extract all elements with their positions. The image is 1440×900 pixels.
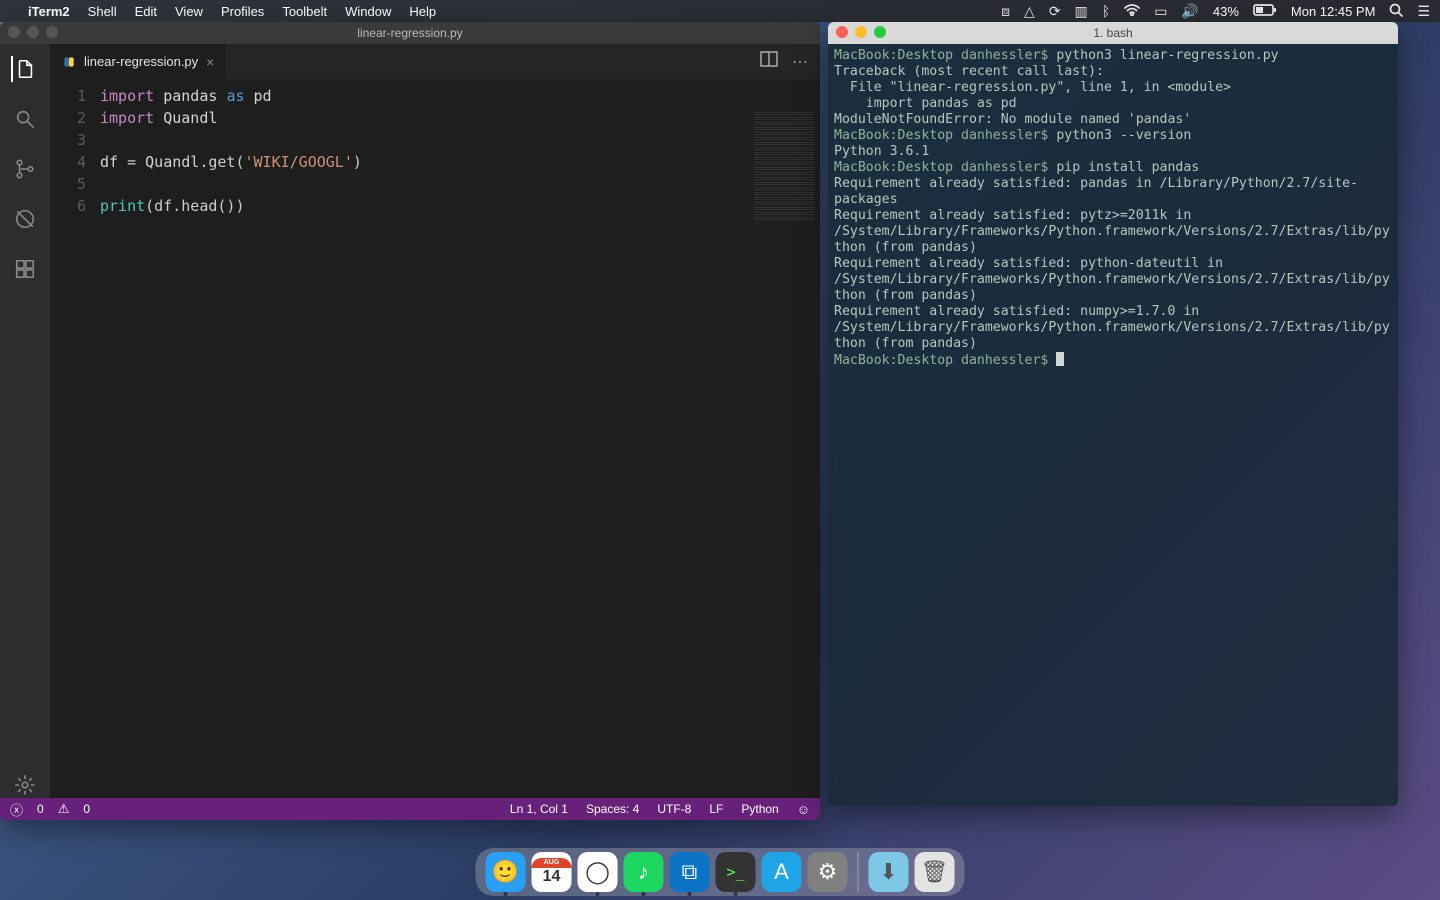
notifications-icon[interactable]: ☰ <box>1417 3 1430 20</box>
minimize-icon[interactable] <box>27 26 39 38</box>
status-feedback-icon[interactable]: ☺ <box>797 802 810 817</box>
dock-app-calendar[interactable]: AUG14 <box>532 852 572 892</box>
status-error-count[interactable]: 0 <box>37 802 44 816</box>
bluetooth-icon[interactable]: ᛒ <box>1102 3 1110 19</box>
more-actions-icon[interactable]: ⋯ <box>792 52 808 72</box>
activity-bar <box>0 44 50 798</box>
status-encoding[interactable]: UTF-8 <box>657 802 691 816</box>
minimize-icon[interactable] <box>855 26 867 38</box>
zoom-icon[interactable] <box>874 26 886 38</box>
dock-trash[interactable]: 🗑 <box>915 852 955 892</box>
extensions-icon[interactable] <box>12 256 38 282</box>
dock-downloads[interactable]: ⬇ <box>869 852 909 892</box>
close-icon[interactable] <box>8 26 20 38</box>
battery-icon[interactable] <box>1253 3 1277 19</box>
menu-edit[interactable]: Edit <box>135 4 157 19</box>
git-icon[interactable] <box>12 156 38 182</box>
status-indent[interactable]: Spaces: 4 <box>586 802 639 816</box>
status-error-icon[interactable]: ⓧ <box>10 800 23 819</box>
dock-app-chrome[interactable]: ◯ <box>578 852 618 892</box>
line-number-gutter: 123456 <box>50 79 100 798</box>
airplay-icon[interactable]: ▭ <box>1154 3 1167 20</box>
status-language[interactable]: Python <box>741 802 778 816</box>
dock-app-sysprefs[interactable]: ⚙ <box>808 852 848 892</box>
dock-app-finder[interactable]: 🙂 <box>486 852 526 892</box>
menubar-app-name[interactable]: iTerm2 <box>28 4 70 19</box>
terminal-titlebar[interactable]: 1. bash <box>828 22 1398 44</box>
split-editor-icon[interactable] <box>760 51 778 72</box>
editor-tabs: linear-regression.py × ⋯ <box>50 44 820 79</box>
status-cursor-pos[interactable]: Ln 1, Col 1 <box>510 802 568 816</box>
debug-icon[interactable] <box>12 206 38 232</box>
wifi-icon[interactable] <box>1124 3 1140 19</box>
dock-app-spotify[interactable]: ♪ <box>624 852 664 892</box>
sync-icon[interactable]: ⟳ <box>1049 3 1061 20</box>
dropbox-icon[interactable]: ⧈ <box>1001 3 1010 20</box>
menu-profiles[interactable]: Profiles <box>221 4 264 19</box>
explorer-icon[interactable] <box>11 56 37 82</box>
terminal-title: 1. bash <box>1093 26 1132 40</box>
menu-window[interactable]: Window <box>345 4 391 19</box>
status-warning-count[interactable]: 0 <box>83 802 90 816</box>
zoom-icon[interactable] <box>46 26 58 38</box>
menu-extra-icon[interactable]: ▥ <box>1075 3 1088 20</box>
python-file-icon <box>62 55 76 69</box>
menubar-clock[interactable]: Mon 12:45 PM <box>1291 4 1376 19</box>
spotlight-icon[interactable] <box>1389 3 1403 20</box>
dock-app-vscode[interactable]: ⧉ <box>670 852 710 892</box>
traffic-lights[interactable] <box>836 26 886 38</box>
terminal-body[interactable]: MacBook:Desktop danhessler$ python3 line… <box>828 44 1398 806</box>
status-warning-icon[interactable]: ⚠ <box>58 801 70 817</box>
vscode-window: linear-regression.py <box>0 22 820 820</box>
editor-area: linear-regression.py × ⋯ 123456 import p… <box>50 44 820 798</box>
vscode-titlebar[interactable]: linear-regression.py <box>0 22 820 44</box>
close-icon[interactable] <box>836 26 848 38</box>
volume-icon[interactable]: 🔊 <box>1181 3 1198 20</box>
menu-help[interactable]: Help <box>409 4 436 19</box>
tab-close-icon[interactable]: × <box>206 54 214 70</box>
tab-linear-regression[interactable]: linear-regression.py × <box>50 44 227 79</box>
dock: 🙂AUG14◯♪⧉>_A⚙ ⬇🗑 <box>476 848 965 896</box>
minimap[interactable] <box>754 110 814 220</box>
terminal-window: 1. bash MacBook:Desktop danhessler$ pyth… <box>828 22 1398 806</box>
code-lines[interactable]: import pandas as pdimport Quandl df = Qu… <box>100 79 362 798</box>
settings-gear-icon[interactable] <box>12 772 38 798</box>
battery-percent[interactable]: 43% <box>1213 4 1239 19</box>
menu-toolbelt[interactable]: Toolbelt <box>282 4 327 19</box>
menu-shell[interactable]: Shell <box>88 4 117 19</box>
vscode-title: linear-regression.py <box>357 26 462 40</box>
status-eol[interactable]: LF <box>709 802 723 816</box>
status-bar: ⓧ 0 ⚠ 0 Ln 1, Col 1 Spaces: 4 UTF-8 LF P… <box>0 798 820 820</box>
gdrive-icon[interactable]: △ <box>1024 3 1035 20</box>
macos-menubar: iTerm2 Shell Edit View Profiles Toolbelt… <box>0 0 1440 22</box>
menu-view[interactable]: View <box>175 4 203 19</box>
dock-app-appstore[interactable]: A <box>762 852 802 892</box>
dock-app-iterm[interactable]: >_ <box>716 852 756 892</box>
traffic-lights[interactable] <box>8 26 58 38</box>
tab-filename: linear-regression.py <box>84 54 198 69</box>
code-editor[interactable]: 123456 import pandas as pdimport Quandl … <box>50 79 820 798</box>
search-icon[interactable] <box>12 106 38 132</box>
